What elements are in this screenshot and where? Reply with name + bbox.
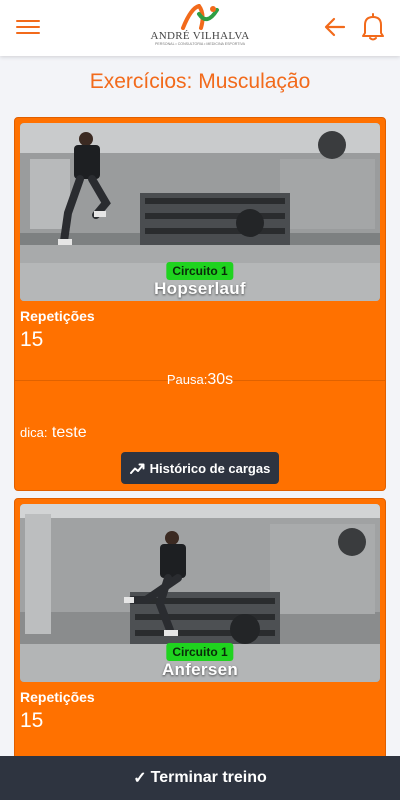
repetitions-value: 15	[20, 709, 44, 732]
finish-workout-button[interactable]: ✓ Terminar treino	[0, 756, 400, 800]
repetitions-label: Repetições	[20, 308, 95, 324]
exercise-card: Circuito 1 Hopserlauf Repetições 15 Paus…	[14, 117, 386, 491]
exercise-video[interactable]: Circuito 1 Anfersen	[20, 504, 380, 682]
repetitions-value: 15	[20, 328, 44, 351]
tip-value: teste	[51, 424, 87, 441]
circuit-badge: Circuito 1	[166, 262, 234, 280]
tip-label: dica:	[20, 425, 48, 440]
load-history-label: Histórico de cargas	[149, 460, 271, 476]
pause-label: Pausa:	[166, 372, 208, 387]
check-icon: ✓	[133, 770, 147, 787]
app-header: ANDRÉ VILHALVA PERSONAL • CONSULTORIA • …	[0, 0, 400, 56]
exercise-video[interactable]: Circuito 1 Hopserlauf	[20, 123, 380, 301]
page-title: Exercícios: Musculação	[89, 70, 311, 93]
notification-bell-icon[interactable]	[360, 12, 386, 42]
logo-mark-icon	[181, 4, 219, 30]
logo-tagline: PERSONAL • CONSULTORIA • MEDICINA ESPORT…	[155, 42, 245, 46]
trending-up-icon	[129, 463, 145, 474]
repetitions-label: Repetições	[20, 689, 95, 705]
menu-icon[interactable]	[16, 16, 40, 38]
logo-name: ANDRÉ VILHALVA	[150, 30, 250, 42]
tip-info: dica: teste	[20, 424, 87, 442]
circuit-badge: Circuito 1	[166, 643, 234, 661]
load-history-button[interactable]: Histórico de cargas	[121, 452, 279, 484]
pause-info: Pausa:30s	[15, 371, 385, 389]
exercise-card: Circuito 1 Anfersen Repetições 15	[14, 498, 386, 768]
pause-value: 30s	[207, 371, 234, 388]
back-arrow-icon[interactable]	[322, 14, 348, 40]
finish-workout-label: Terminar treino	[150, 769, 267, 786]
exercise-name: Anfersen	[161, 660, 239, 679]
brand-logo: ANDRÉ VILHALVA PERSONAL • CONSULTORIA • …	[150, 4, 250, 52]
exercise-name: Hopserlauf	[154, 279, 246, 298]
